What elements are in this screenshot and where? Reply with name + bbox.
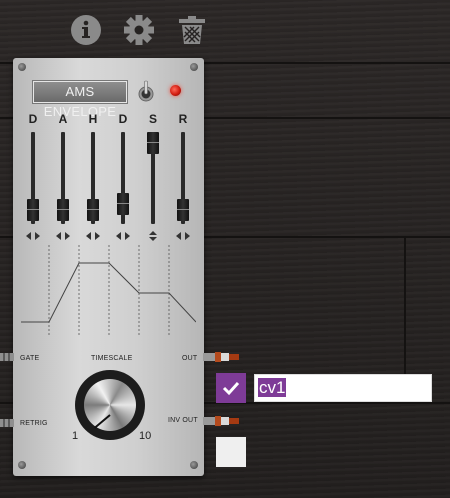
left-right-arrows-icon[interactable] <box>176 231 190 241</box>
output-enable-checkbox-2[interactable] <box>216 437 246 467</box>
slider-label: H <box>88 112 98 126</box>
slider-label: R <box>178 112 188 126</box>
power-toggle[interactable] <box>137 79 155 103</box>
left-right-arrows-icon[interactable] <box>86 231 100 241</box>
info-icon[interactable] <box>70 14 102 46</box>
slider-label: D <box>28 112 38 126</box>
screw <box>190 63 198 71</box>
gate-jack[interactable] <box>0 351 14 363</box>
slider-label: S <box>148 112 157 126</box>
screw <box>18 461 26 469</box>
left-right-arrows-icon[interactable] <box>26 231 40 241</box>
slider-handle[interactable] <box>147 132 159 154</box>
gate-label: GATE <box>20 355 40 362</box>
knob-cap <box>84 379 136 431</box>
trash-icon[interactable] <box>176 14 208 46</box>
slider-handle[interactable] <box>177 199 189 221</box>
up-down-arrows-icon[interactable] <box>146 231 160 241</box>
module-title: AMS ENVELOPE <box>33 81 127 119</box>
inv-out-jack[interactable] <box>203 415 239 427</box>
status-led <box>170 85 181 96</box>
retrig-jack[interactable] <box>0 417 14 429</box>
output-enable-checkbox[interactable] <box>216 373 246 403</box>
output-name-input[interactable]: cv1 <box>254 374 432 402</box>
inv-out-label: INV OUT <box>168 417 198 424</box>
slider-handle[interactable] <box>87 199 99 221</box>
envelope-module[interactable]: AMS ENVELOPE D A H D S R GATE TIMESCALE OUT R… <box>13 58 204 476</box>
left-right-arrows-icon[interactable] <box>116 231 130 241</box>
timescale-knob[interactable] <box>75 370 145 440</box>
scale-max-label: 10 <box>139 430 152 442</box>
gear-icon[interactable] <box>123 14 155 46</box>
envelope-graph <box>21 245 196 335</box>
slider-handle[interactable] <box>57 199 69 221</box>
slider-label: A <box>58 112 68 126</box>
out-label: OUT <box>182 355 198 362</box>
screw <box>18 63 26 71</box>
left-right-arrows-icon[interactable] <box>56 231 70 241</box>
screw <box>190 461 198 469</box>
slider-handle[interactable] <box>27 199 39 221</box>
slider-handle[interactable] <box>117 193 129 215</box>
slider-label: D <box>118 112 128 126</box>
selected-text: cv1 <box>258 378 287 397</box>
retrig-label: RETRIG <box>20 420 48 427</box>
scale-min-label: 1 <box>72 430 79 442</box>
out-jack[interactable] <box>203 351 239 363</box>
timescale-label: TIMESCALE <box>91 355 133 362</box>
